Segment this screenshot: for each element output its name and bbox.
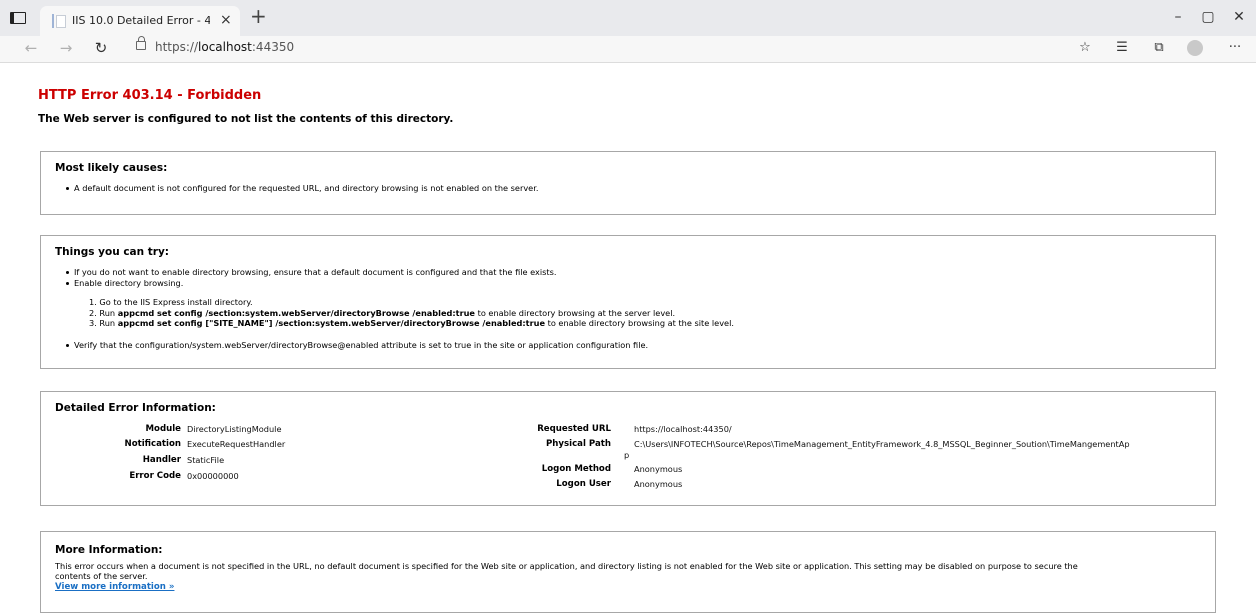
minimize-button[interactable]: –: [1163, 8, 1193, 26]
step-2-prefix: 2. Run: [89, 308, 118, 318]
refresh-button[interactable]: ↻: [90, 39, 112, 57]
more-info-text-wrap: contents of the server.: [55, 571, 148, 581]
profile-avatar[interactable]: [1187, 40, 1203, 56]
try-item-enable-browsing: Enable directory browsing.: [74, 278, 184, 288]
toolbar: ← → ↻ https://localhost:44350 ☆ ☰ ⧉ ···: [0, 36, 1256, 63]
restore-button[interactable]: ▢: [1193, 8, 1223, 26]
more-info-title: More Information:: [55, 544, 163, 556]
bullet-icon: [66, 282, 69, 285]
more-info-text: This error occurs when a document is not…: [55, 561, 1078, 571]
step-2-suffix: to enable directory browsing at the serv…: [475, 308, 676, 318]
url-text: https://localhost:44350: [155, 40, 294, 54]
step-3-command: appcmd set config ["SITE_NAME"] /section…: [117, 318, 545, 328]
page-favicon-icon: [52, 14, 66, 28]
forward-button[interactable]: →: [55, 39, 77, 57]
url-scheme: https://: [155, 40, 199, 54]
handler-value: StaticFile: [187, 455, 225, 465]
step-3-suffix: to enable directory browsing at the site…: [545, 318, 734, 328]
physical-path-value-wrap: p: [624, 450, 630, 460]
step-1: 1. Go to the IIS Express install directo…: [89, 297, 253, 307]
try-item-verify-config: Verify that the configuration/system.web…: [74, 340, 649, 350]
cause-item: A default document is not configured for…: [74, 183, 539, 193]
causes-panel: Most likely causes: A default document i…: [40, 151, 1216, 215]
bullet-icon: [66, 271, 69, 274]
new-tab-button[interactable]: +: [250, 5, 267, 27]
notification-value: ExecuteRequestHandler: [187, 439, 286, 449]
error-code-value: 0x00000000: [187, 471, 239, 481]
requested-url-value: https://localhost:44350/: [634, 424, 732, 434]
logon-method-label: Logon Method: [541, 464, 611, 474]
window-close-button[interactable]: ✕: [1224, 8, 1254, 26]
tab-close-button[interactable]: ×: [220, 12, 232, 28]
address-bar[interactable]: https://localhost:44350: [128, 36, 1170, 58]
settings-more-button[interactable]: ···: [1224, 40, 1246, 56]
lock-icon: [136, 36, 146, 50]
logon-user-label: Logon User: [556, 479, 611, 489]
step-2: 2. Run appcmd set config /section:system…: [89, 308, 675, 318]
logon-user-value: Anonymous: [634, 479, 683, 489]
error-subheading: The Web server is configured to not list…: [38, 113, 454, 125]
requested-url-label: Requested URL: [537, 424, 611, 434]
url-port: :44350: [251, 40, 295, 54]
back-button[interactable]: ←: [20, 39, 42, 57]
step-2-command: appcmd set config /section:system.webSer…: [117, 308, 475, 318]
tab-actions-button[interactable]: [6, 8, 28, 28]
handler-label: Handler: [142, 455, 181, 465]
url-host: localhost: [198, 40, 252, 54]
notification-label: Notification: [124, 439, 182, 449]
try-item-default-document: If you do not want to enable directory b…: [74, 267, 557, 277]
add-favorite-icon[interactable]: ☆: [1074, 40, 1096, 56]
bullet-icon: [66, 344, 69, 347]
tab-active[interactable]: IIS 10.0 Detailed Error - 403.14 - ×: [40, 6, 240, 36]
details-title: Detailed Error Information:: [55, 402, 216, 414]
collections-icon[interactable]: ⧉: [1148, 40, 1170, 56]
physical-path-value: C:\Users\INFOTECH\Source\Repos\TimeManag…: [634, 439, 1130, 449]
bullet-icon: [66, 187, 69, 190]
physical-path-label: Physical Path: [545, 439, 611, 449]
more-info-panel: More Information: This error occurs when…: [40, 531, 1216, 613]
causes-title: Most likely causes:: [55, 162, 168, 174]
module-label: Module: [145, 424, 182, 434]
tab-strip: IIS 10.0 Detailed Error - 403.14 - × + –…: [0, 0, 1256, 36]
logon-method-value: Anonymous: [634, 464, 683, 474]
module-value: DirectoryListingModule: [187, 424, 282, 434]
view-more-information-link[interactable]: View more information »: [55, 582, 174, 592]
favorites-icon[interactable]: ☰: [1111, 40, 1133, 56]
error-heading: HTTP Error 403.14 - Forbidden: [38, 88, 262, 103]
try-title: Things you can try:: [55, 246, 170, 258]
detail-panel: Detailed Error Information: Module Direc…: [40, 391, 1216, 506]
step-3: 3. Run appcmd set config ["SITE_NAME"] /…: [89, 318, 734, 328]
tab-actions-icon: [10, 12, 26, 24]
try-panel: Things you can try: If you do not want t…: [40, 235, 1216, 369]
error-code-label: Error Code: [129, 471, 181, 481]
step-3-prefix: 3. Run: [89, 318, 118, 328]
tab-title: IIS 10.0 Detailed Error - 403.14 -: [72, 14, 210, 27]
